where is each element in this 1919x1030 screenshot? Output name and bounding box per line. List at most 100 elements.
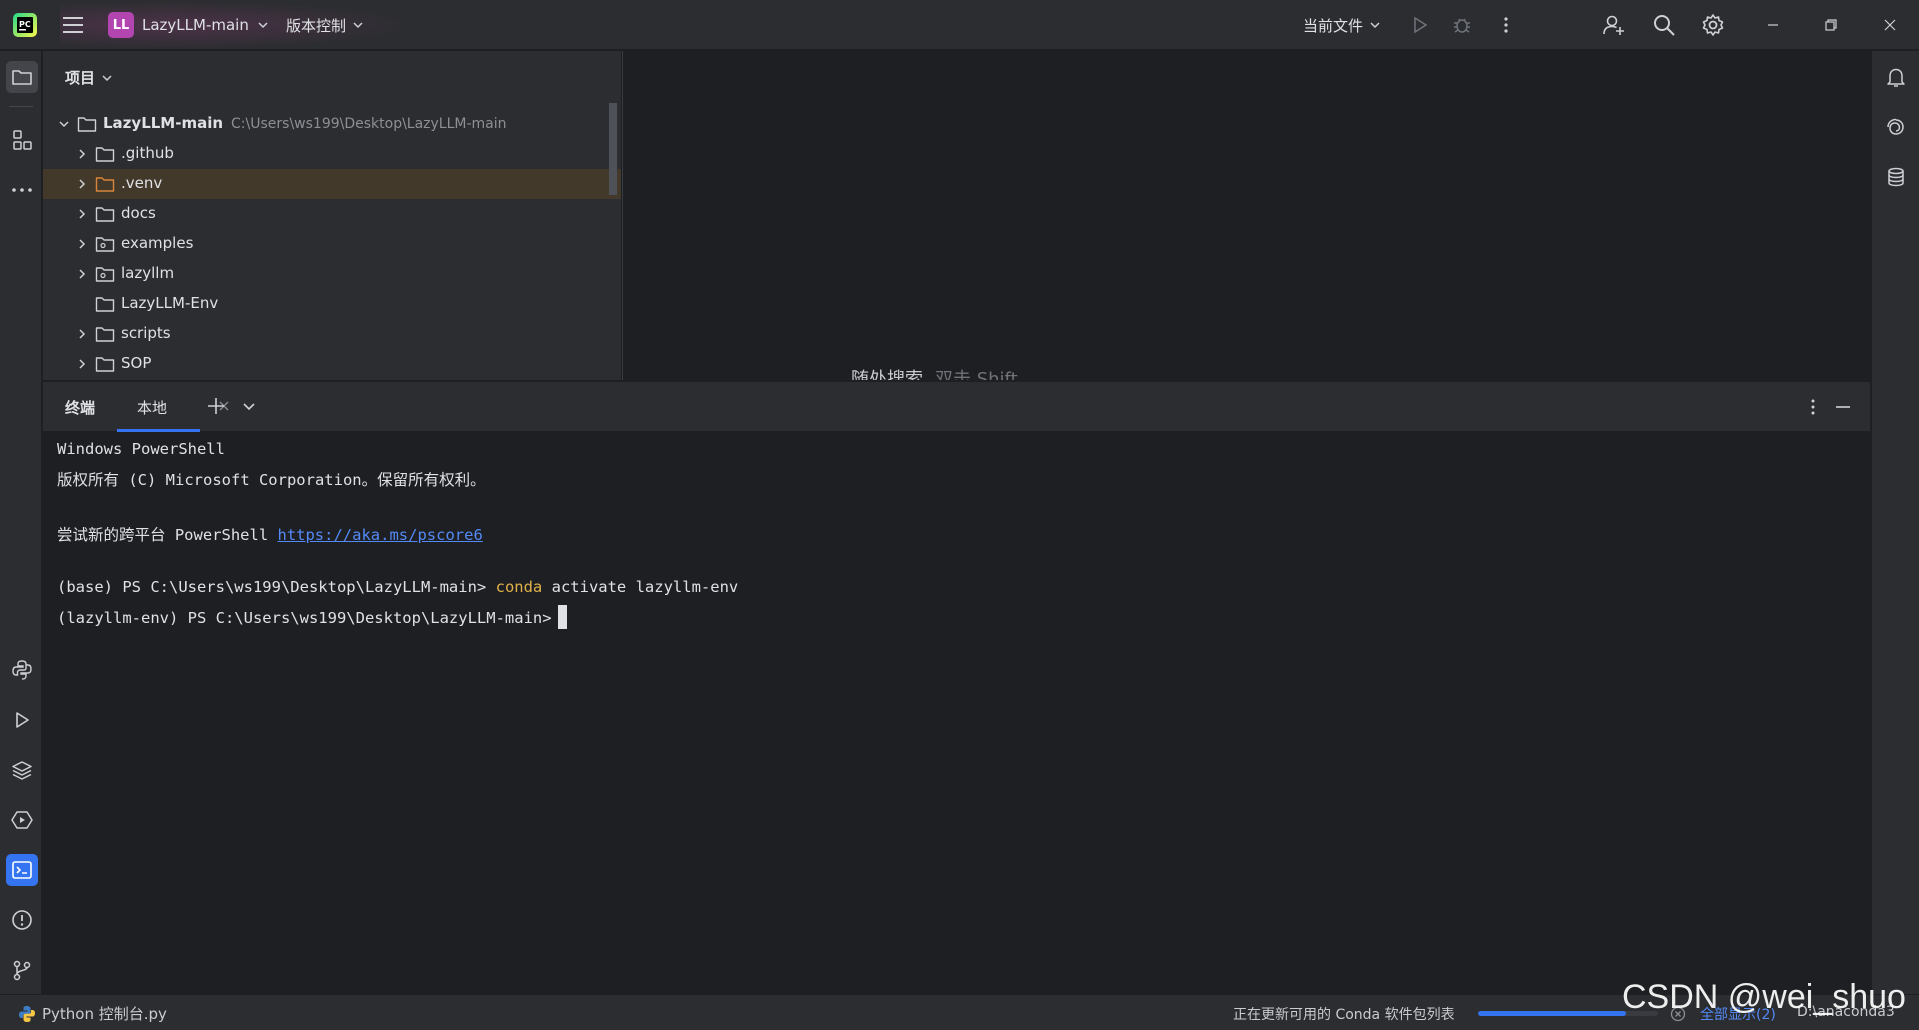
chevron-right-icon[interactable] [75, 147, 89, 161]
restore-window-button[interactable] [1820, 14, 1842, 36]
tree-row-sop[interactable]: SOP [43, 349, 621, 379]
close-window-button[interactable] [1879, 14, 1901, 36]
add-user-icon [1603, 15, 1624, 35]
terminal-header: 终端 本地 [43, 381, 1870, 432]
root-folder-path: C:\Users\ws199\Desktop\LazyLLM-main [231, 116, 507, 132]
tree-item-label: .github [121, 144, 174, 162]
chevron-down-icon[interactable] [241, 398, 257, 414]
terminal-prompt: (lazyllm-env) PS C:\Users\ws199\Desktop\… [57, 609, 552, 627]
close-icon [1884, 19, 1896, 31]
folder-icon [95, 147, 115, 162]
title-bar: PC LL LazyLLM-main 版本控制 当前文件 [0, 0, 1919, 50]
terminal-command: conda [495, 578, 543, 596]
project-panel-title: 项目 [65, 69, 96, 87]
python-packages-button[interactable] [6, 654, 38, 686]
tree-row-github[interactable]: .github [43, 139, 621, 169]
svg-text:PC: PC [19, 20, 31, 29]
debug-button[interactable] [1449, 12, 1475, 38]
project-avatar: LL [108, 12, 134, 38]
tree-row-lazyllm[interactable]: lazyllm [43, 259, 621, 289]
tree-row-docs[interactable]: docs [43, 199, 621, 229]
progress-fill [1478, 1011, 1626, 1016]
status-file-breadcrumb[interactable]: Python 控制台.py [18, 1003, 167, 1024]
tree-item-label: SOP [121, 354, 152, 372]
tree-root-row[interactable]: LazyLLM-main C:\Users\ws199\Desktop\LazyL… [43, 109, 621, 139]
settings-button[interactable] [1700, 12, 1726, 38]
folder-icon [77, 117, 97, 132]
structure-tool-button[interactable] [6, 124, 38, 156]
chevron-right-icon[interactable] [75, 237, 89, 251]
run-tool-button[interactable] [6, 704, 38, 736]
project-tree-scrollbar[interactable] [609, 103, 617, 195]
minimize-window-button[interactable] [1762, 14, 1784, 36]
more-vertical-icon[interactable] [1803, 397, 1823, 417]
tree-row-lazyllm-env[interactable]: LazyLLM-Env [43, 289, 621, 319]
vcs-selector[interactable]: 版本控制 [286, 11, 364, 39]
tree-item-label: docs [121, 204, 156, 222]
chevron-right-icon[interactable] [75, 177, 89, 191]
tree-item-label: LazyLLM-Env [121, 294, 219, 312]
project-panel-header[interactable]: 项目 [65, 67, 113, 88]
git-branch-icon [13, 960, 31, 981]
warning-circle-icon [12, 910, 32, 930]
strip-divider [9, 106, 33, 107]
chevron-down-icon[interactable] [57, 117, 71, 131]
terminal-cursor [557, 605, 567, 629]
chevron-right-icon[interactable] [75, 267, 89, 281]
chevron-right-icon[interactable] [75, 357, 89, 371]
search-button[interactable] [1651, 12, 1677, 38]
chevron-right-icon[interactable] [75, 327, 89, 341]
services-icon [11, 811, 33, 829]
code-with-me-button[interactable] [1601, 12, 1627, 38]
minimize-icon [1768, 24, 1778, 26]
run-button[interactable] [1407, 12, 1433, 38]
pycharm-logo-icon[interactable]: PC [12, 12, 38, 38]
root-folder-name: LazyLLM-main [103, 114, 224, 132]
play-icon [1414, 16, 1428, 34]
more-vertical-icon [1504, 17, 1508, 33]
minimize-panel-icon[interactable] [1833, 397, 1853, 417]
new-terminal-plus-icon[interactable] [206, 396, 226, 416]
search-icon [1654, 15, 1675, 36]
terminal-output[interactable]: Windows PowerShell 版权所有 (C) Microsoft Co… [43, 432, 1870, 994]
main-menu-icon[interactable] [60, 13, 86, 37]
excluded-folder-icon [95, 177, 115, 192]
more-tools-button[interactable] [6, 174, 38, 206]
services-tool-button[interactable] [6, 804, 38, 836]
hint-shortcut: 双击 Shift [935, 369, 1018, 380]
run-config-selector[interactable]: 当前文件 [1303, 11, 1381, 39]
database-button[interactable] [1880, 161, 1912, 193]
layers-tool-button[interactable] [6, 754, 38, 786]
notifications-button[interactable] [1880, 61, 1912, 93]
project-tree: LazyLLM-main C:\Users\ws199\Desktop\LazyL… [43, 109, 621, 379]
terminal-line: (base) PS C:\Users\ws199\Desktop\LazyLLM… [57, 578, 738, 596]
background-task-text[interactable]: 正在更新可用的 Conda 软件包列表 [1233, 1004, 1455, 1024]
pscore-link[interactable]: https://aka.ms/pscore6 [277, 526, 482, 544]
terminal-prompt: (base) PS C:\Users\ws199\Desktop\LazyLLM… [57, 578, 496, 596]
more-actions-button[interactable] [1493, 12, 1519, 38]
tree-row-examples[interactable]: examples [43, 229, 621, 259]
tree-row-venv[interactable]: .venv [43, 169, 621, 199]
package-folder-icon [95, 237, 115, 252]
python-icon [12, 660, 32, 680]
project-name: LazyLLM-main [142, 16, 249, 34]
tree-row-scripts[interactable]: scripts [43, 319, 621, 349]
ai-assistant-button[interactable] [1880, 111, 1912, 143]
git-tool-button[interactable] [6, 954, 38, 986]
chevron-right-icon[interactable] [75, 207, 89, 221]
ai-spiral-icon [1887, 118, 1904, 135]
hint-action: 随处搜索 [851, 369, 923, 380]
layers-icon [12, 761, 32, 780]
terminal-line: 尝试新的跨平台 PowerShell https://aka.ms/pscore… [57, 523, 483, 545]
terminal-tool-button[interactable] [6, 854, 38, 886]
problems-tool-button[interactable] [6, 904, 38, 936]
terminal-line: (lazyllm-env) PS C:\Users\ws199\Desktop\… [57, 605, 567, 629]
tree-item-label: .venv [121, 174, 163, 192]
editor-empty-area: 随处搜索 双击 Shift [622, 51, 1870, 380]
chevron-down-icon [1370, 22, 1380, 29]
python-file-icon [19, 1005, 35, 1022]
restore-icon [1825, 19, 1837, 31]
database-icon [1888, 167, 1904, 187]
project-tool-button[interactable] [6, 61, 38, 93]
project-selector[interactable]: LL LazyLLM-main [108, 11, 269, 39]
